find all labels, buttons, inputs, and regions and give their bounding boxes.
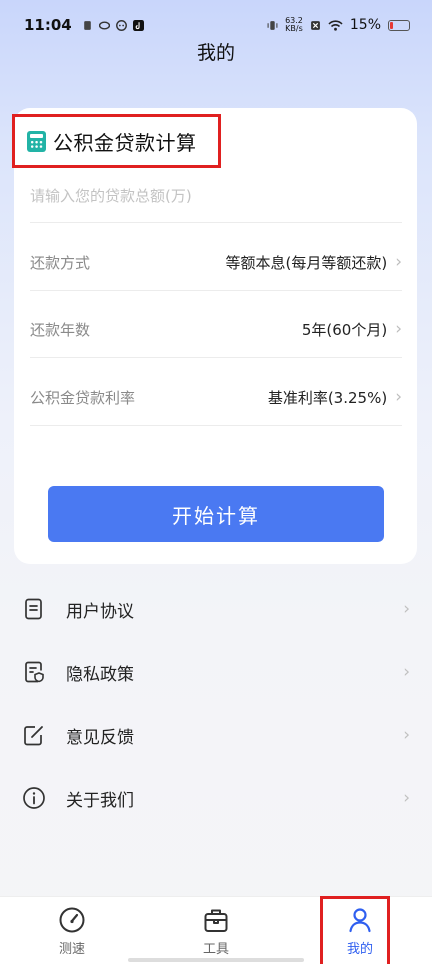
page-title: 我的 (196, 42, 235, 64)
status-left: 11:04 (24, 16, 144, 34)
interest-rate-value-wrap: 基准利率(3.25%) › (268, 387, 402, 408)
chevron-right-icon: › (395, 252, 402, 272)
interest-rate-row[interactable]: 公积金贷款利率 基准利率(3.25%) › (30, 375, 402, 419)
loan-amount-input[interactable] (30, 176, 402, 216)
network-speed: 63.2 KB/s (285, 17, 303, 33)
sim-card-icon (83, 20, 91, 30)
menu-item-label: 关于我们 (66, 790, 134, 811)
repayment-method-value-wrap: 等额本息(每月等额还款) › (225, 252, 402, 273)
repayment-years-value: 5年(60个月) (301, 320, 388, 339)
repayment-years-value-wrap: 5年(60个月) › (302, 319, 402, 340)
tab-label: 测速 (58, 941, 85, 957)
calculator-icon (27, 130, 46, 152)
divider (30, 357, 402, 358)
repayment-years-row[interactable]: 还款年数 5年(60个月) › (30, 307, 402, 351)
speedometer-icon (59, 907, 85, 932)
interest-rate-label: 公积金贷款利率 (30, 388, 136, 407)
tab-mine-highlight (320, 896, 390, 964)
menu-item-label: 用户协议 (66, 601, 134, 622)
chevron-right-icon: › (395, 319, 402, 339)
no-sim-icon (310, 20, 320, 30)
chevron-right-icon: › (403, 599, 410, 619)
divider (30, 290, 402, 291)
repayment-years-label: 还款年数 (30, 320, 91, 339)
document-icon (25, 598, 42, 620)
menu-item-label: 隐私政策 (66, 664, 134, 685)
status-time: 11:04 (24, 16, 72, 34)
privacy-shield-icon (25, 661, 44, 683)
repayment-method-value: 等额本息(每月等额还款) (225, 253, 388, 272)
calculator-title: 公积金贷款计算 (53, 130, 197, 155)
repayment-method-row[interactable]: 还款方式 等额本息(每月等额还款) › (30, 240, 402, 284)
status-right: 63.2 KB/s 15% (267, 17, 410, 33)
start-calculation-button[interactable]: 开始计算 (48, 486, 384, 542)
calculator-header: 公积金贷款计算 (12, 114, 221, 168)
battery-fill (390, 21, 393, 29)
menu-item-feedback[interactable]: 意见反馈 › (22, 713, 414, 757)
home-indicator (128, 958, 304, 962)
chevron-right-icon: › (395, 387, 402, 407)
battery-percent: 15% (349, 17, 381, 33)
battery-icon (388, 19, 410, 31)
repayment-method-label: 还款方式 (30, 253, 91, 272)
chevron-right-icon: › (403, 725, 410, 745)
divider (30, 425, 402, 426)
toolbox-icon (204, 909, 228, 932)
menu-item-user-agreement[interactable]: 用户协议 › (22, 587, 414, 631)
network-speed-unit: KB/s (285, 24, 303, 33)
menu-item-label: 意见反馈 (66, 727, 134, 748)
tab-tools[interactable]: 工具 (166, 897, 266, 964)
tiktok-icon (132, 19, 144, 31)
leaf-app-icon (98, 20, 110, 30)
interest-rate-value: 基准利率(3.25%) (267, 388, 388, 407)
wifi-icon (328, 19, 343, 31)
info-icon (23, 787, 45, 809)
chat-app-icon (115, 19, 127, 31)
tab-speed-test[interactable]: 测速 (22, 897, 122, 964)
chevron-right-icon: › (403, 662, 410, 682)
vibrate-icon (267, 20, 278, 30)
menu-item-about-us[interactable]: 关于我们 › (22, 776, 414, 820)
feedback-edit-icon (24, 726, 43, 746)
menu-item-privacy-policy[interactable]: 隐私政策 › (22, 650, 414, 694)
tab-label: 工具 (202, 941, 229, 957)
chevron-right-icon: › (403, 788, 410, 808)
divider (30, 222, 402, 223)
